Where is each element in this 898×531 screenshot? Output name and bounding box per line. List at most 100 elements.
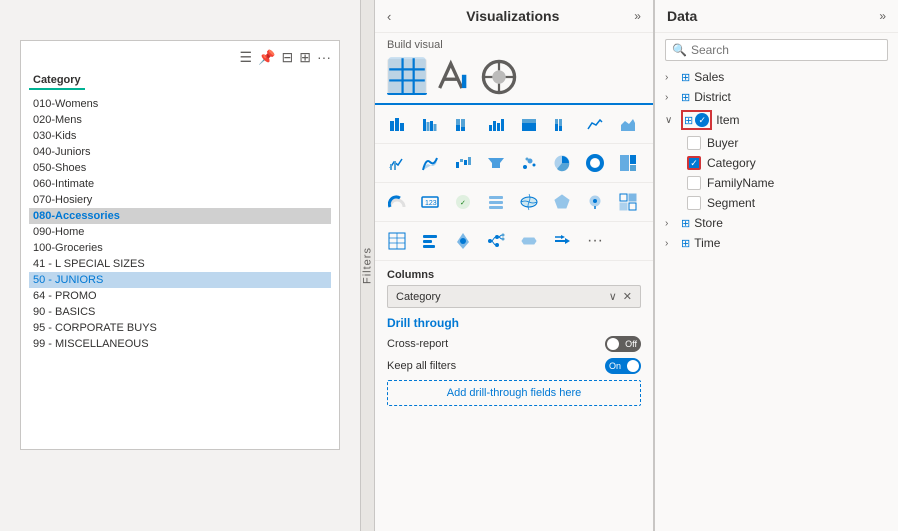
tree-label: Store bbox=[694, 216, 888, 230]
category-item[interactable]: 050-Shoes bbox=[29, 160, 331, 176]
columns-remove[interactable]: ✕ bbox=[623, 290, 632, 303]
data-tree: › ⊞ Sales › ⊞ District ∨ ⊞ ✓ Item Buyer … bbox=[655, 67, 898, 253]
category-item[interactable]: 64 - PROMO bbox=[29, 288, 331, 304]
category-item[interactable]: 090-Home bbox=[29, 224, 331, 240]
category-item[interactable]: 50 - JUNIORS bbox=[29, 272, 331, 288]
tree-chevron: › bbox=[665, 238, 677, 249]
checkbox-segment[interactable] bbox=[687, 196, 701, 210]
viz-icon-table[interactable] bbox=[387, 59, 427, 95]
category-item[interactable]: 41 - L SPECIAL SIZES bbox=[29, 256, 331, 272]
viz-icons-top bbox=[375, 55, 653, 105]
viz-more[interactable]: ··· bbox=[581, 228, 609, 254]
viz-waterfall[interactable] bbox=[449, 150, 477, 176]
category-item[interactable]: 020-Mens bbox=[29, 112, 331, 128]
more-icon[interactable]: ··· bbox=[317, 49, 331, 66]
viz-azure-map[interactable] bbox=[581, 189, 609, 215]
columns-label: Columns bbox=[375, 261, 653, 285]
viz-line-clustered[interactable] bbox=[383, 150, 411, 176]
viz-shape-map[interactable] bbox=[548, 189, 576, 215]
keep-filters-toggle-label: On bbox=[609, 361, 621, 371]
columns-section: Category ∨ ✕ bbox=[375, 285, 653, 316]
viz-panel-collapse[interactable]: ‹ bbox=[387, 9, 391, 24]
viz-clustered-bar[interactable] bbox=[416, 111, 444, 137]
viz-stacked-bar[interactable] bbox=[383, 111, 411, 137]
focus-icon[interactable]: ☰ bbox=[240, 49, 253, 66]
checkbox-category[interactable]: ✓ bbox=[687, 156, 701, 170]
viz-line[interactable] bbox=[581, 111, 609, 137]
columns-pill[interactable]: Category ∨ ✕ bbox=[387, 285, 641, 308]
category-item[interactable]: 030-Kids bbox=[29, 128, 331, 144]
keep-filters-toggle[interactable]: On bbox=[605, 358, 641, 374]
tree-child-category[interactable]: ✓ Category bbox=[655, 153, 898, 173]
table-icon: ⊞ bbox=[681, 71, 690, 84]
tree-chevron: › bbox=[665, 72, 677, 83]
viz-100-bar[interactable] bbox=[449, 111, 477, 137]
viz-ribbon[interactable] bbox=[416, 150, 444, 176]
viz-decomp-tree[interactable] bbox=[482, 228, 510, 254]
viz-map[interactable] bbox=[515, 189, 543, 215]
columns-chevron[interactable]: ∨ bbox=[609, 290, 617, 303]
category-item[interactable]: 040-Juniors bbox=[29, 144, 331, 160]
viz-kpi[interactable]: ✓ bbox=[449, 189, 477, 215]
viz-card[interactable]: 123 bbox=[416, 189, 444, 215]
filters-sidebar[interactable]: Filters bbox=[360, 0, 374, 531]
category-item[interactable]: 100-Groceries bbox=[29, 240, 331, 256]
viz-gauge[interactable] bbox=[383, 189, 411, 215]
tree-item-store[interactable]: › ⊞ Store bbox=[655, 213, 898, 233]
visual-toolbar: ☰ 📌 ⊟ ⊞ ··· bbox=[29, 49, 331, 66]
tree-child-buyer[interactable]: Buyer bbox=[655, 133, 898, 153]
viz-100-column[interactable] bbox=[548, 111, 576, 137]
filters-label: Filters bbox=[362, 247, 374, 284]
viz-donut[interactable] bbox=[581, 150, 609, 176]
category-item[interactable]: 060-Intimate bbox=[29, 176, 331, 192]
tree-item-item[interactable]: ∨ ⊞ ✓ Item bbox=[655, 107, 898, 133]
pin-icon[interactable]: 📌 bbox=[258, 49, 275, 66]
data-panel-chevron[interactable]: » bbox=[879, 9, 886, 23]
viz-map-pin[interactable] bbox=[449, 228, 477, 254]
viz-slicer[interactable] bbox=[482, 189, 510, 215]
category-item[interactable]: 95 - CORPORATE BUYS bbox=[29, 320, 331, 336]
viz-icon-format[interactable] bbox=[433, 59, 473, 95]
add-drill-btn[interactable]: Add drill-through fields here bbox=[387, 380, 641, 406]
tree-item-sales[interactable]: › ⊞ Sales bbox=[655, 67, 898, 87]
viz-smart-narrative[interactable] bbox=[515, 228, 543, 254]
checkbox-familyname[interactable] bbox=[687, 176, 701, 190]
viz-area[interactable] bbox=[614, 111, 642, 137]
viz-matrix[interactable] bbox=[614, 189, 642, 215]
child-label: Category bbox=[707, 156, 756, 170]
tree-item-district[interactable]: › ⊞ District bbox=[655, 87, 898, 107]
viz-icon-analytics[interactable] bbox=[479, 59, 519, 95]
cross-report-toggle[interactable]: Off bbox=[605, 336, 641, 352]
viz-treemap[interactable] bbox=[614, 150, 642, 176]
table-icon-item: ⊞ bbox=[684, 114, 693, 127]
search-input[interactable] bbox=[691, 43, 881, 57]
expand-icon[interactable]: ⊞ bbox=[299, 49, 311, 66]
build-visual-label: Build visual bbox=[375, 33, 653, 55]
item-check-circle: ✓ bbox=[695, 113, 709, 127]
viz-stacked-column[interactable] bbox=[515, 111, 543, 137]
viz-panel-chevron[interactable]: » bbox=[634, 9, 641, 23]
category-item[interactable]: 070-Hosiery bbox=[29, 192, 331, 208]
tree-item-time[interactable]: › ⊞ Time bbox=[655, 233, 898, 253]
tree-child-familyname[interactable]: FamilyName bbox=[655, 173, 898, 193]
viz-bar-chart[interactable] bbox=[416, 228, 444, 254]
tree-child-segment[interactable]: Segment bbox=[655, 193, 898, 213]
viz-pie[interactable] bbox=[548, 150, 576, 176]
category-item[interactable]: 90 - BASICS bbox=[29, 304, 331, 320]
search-icon: 🔍 bbox=[672, 43, 687, 57]
viz-column[interactable] bbox=[482, 111, 510, 137]
tree-chevron: › bbox=[665, 218, 677, 229]
category-item[interactable]: 080-Accessories bbox=[29, 208, 331, 224]
checkbox-buyer[interactable] bbox=[687, 136, 701, 150]
data-panel: Data » 🔍 › ⊞ Sales › ⊞ District ∨ ⊞ ✓ It… bbox=[654, 0, 898, 531]
tree-label: District bbox=[694, 90, 888, 104]
category-item[interactable]: 010-Womens bbox=[29, 96, 331, 112]
viz-arrows[interactable] bbox=[548, 228, 576, 254]
filter-icon[interactable]: ⊟ bbox=[282, 49, 294, 66]
table-icon: ⊞ bbox=[681, 91, 690, 104]
viz-funnel[interactable] bbox=[482, 150, 510, 176]
viz-scatter[interactable] bbox=[515, 150, 543, 176]
category-item[interactable]: 99 - MISCELLANEOUS bbox=[29, 336, 331, 352]
viz-table[interactable] bbox=[383, 228, 411, 254]
keep-filters-row: Keep all filters On bbox=[387, 358, 641, 374]
